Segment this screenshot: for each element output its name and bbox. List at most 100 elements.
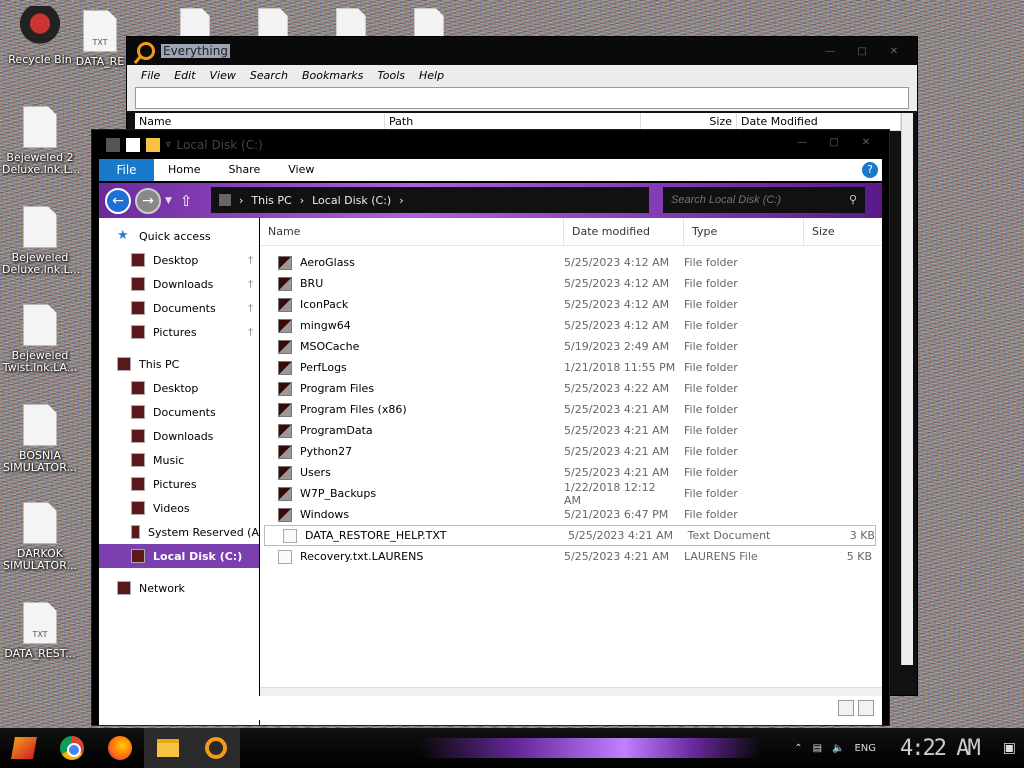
taskbar-chrome[interactable] [48,728,96,768]
address-bar[interactable]: › This PC › Local Disk (C:) › [211,187,649,213]
breadcrumb-this-pc[interactable]: This PC [251,194,291,207]
sidebar-item[interactable]: Desktop † [99,248,259,272]
tab-view[interactable]: View [274,159,328,181]
file-row[interactable]: Windows 5/21/2023 6:47 PM File folder [260,504,882,525]
sidebar-item[interactable]: Downloads [99,424,259,448]
col-size[interactable]: Size [804,218,882,245]
sidebar-item[interactable]: Pictures [99,472,259,496]
desktop-shortcut-bejeweled2[interactable]: Bejeweled 2 Deluxe.lnk.L... [2,106,80,176]
menu-help[interactable]: Help [419,69,444,82]
desktop-shortcut-bejeweled-twist[interactable]: Bejeweled Twist.lnk.LA... [2,304,78,374]
minimize-button[interactable]: — [815,43,845,61]
sidebar-item[interactable]: Documents † [99,296,259,320]
file-row[interactable]: PerfLogs 1/21/2018 11:55 PM File folder [260,357,882,378]
minimize-button[interactable]: — [787,134,817,152]
show-hidden-icons-icon[interactable]: ⌃ [794,743,802,754]
maximize-button[interactable]: □ [819,134,849,152]
taskbar-firefox[interactable] [96,728,144,768]
menu-tools[interactable]: Tools [377,69,405,82]
maximize-button[interactable]: □ [847,43,877,61]
desktop-file-darkok[interactable]: DARKOK SIMULATOR... [2,502,78,572]
details-view-icon[interactable] [838,700,854,716]
sidebar-item[interactable]: This PC [99,352,259,376]
file-row[interactable]: AeroGlass 5/25/2023 4:12 AM File folder [260,252,882,273]
clock[interactable]: 4:22 AM [900,736,981,761]
start-button[interactable] [0,728,48,768]
menu-edit[interactable]: Edit [174,69,195,82]
col-size[interactable]: Size [641,113,737,130]
desktop-file-bosnia[interactable]: BOSNIA SIMULATOR... [2,404,78,474]
explorer-window[interactable]: ▿ Local Disk (C:) — □ ✕ File Home Share … [91,129,890,726]
breadcrumb-sep-icon[interactable]: › [399,194,403,207]
menu-search[interactable]: Search [250,69,288,82]
new-folder-icon[interactable] [146,138,160,152]
quick-access-toolbar-icon[interactable] [106,138,120,152]
pin-icon[interactable]: † [248,255,253,266]
sidebar-item[interactable]: Network [99,576,259,600]
file-row[interactable]: BRU 5/25/2023 4:12 AM File folder [260,273,882,294]
properties-icon[interactable] [126,138,140,152]
col-date-modified[interactable]: Date Modified [737,113,901,130]
file-row[interactable]: Program Files (x86) 5/25/2023 4:21 AM File… [260,399,882,420]
file-row[interactable]: W7P_Backups 1/22/2018 12:12 AM File folder [260,481,882,507]
action-center-icon[interactable]: ▣ [1003,740,1016,756]
close-button[interactable]: ✕ [851,134,881,152]
col-name[interactable]: Name [135,113,385,130]
sidebar-item[interactable]: Desktop [99,376,259,400]
customize-toolbar-icon[interactable]: ▿ [166,140,171,150]
back-button[interactable]: ← [105,187,131,214]
col-type[interactable]: Type [684,218,804,245]
taskbar-everything[interactable] [192,728,240,768]
file-row[interactable]: Recovery.txt.LAURENS 5/25/2023 4:21 AM LAU… [260,546,882,567]
everything-titlebar[interactable]: Everything [127,37,917,65]
desktop-shortcut-bejeweled[interactable]: Bejeweled Deluxe.lnk.L... [2,206,80,276]
tab-share[interactable]: Share [214,159,274,181]
col-name[interactable]: Name [260,218,564,245]
file-row[interactable]: Python27 5/25/2023 4:21 AM File folder [260,441,882,462]
file-row[interactable]: MSOCache 5/19/2023 2:49 AM File folder [260,336,882,357]
breadcrumb-sep-icon[interactable]: › [239,194,243,207]
desktop-file-data-restore[interactable]: TXT DATA_REST... [2,602,78,660]
pin-icon[interactable]: † [248,303,253,314]
recycle-bin-icon[interactable]: Recycle Bin [2,6,78,66]
language-indicator[interactable]: ENG [854,743,876,754]
everything-scrollbar[interactable] [901,113,913,665]
menu-bookmarks[interactable]: Bookmarks [302,69,363,82]
search-input[interactable] [671,194,841,206]
close-button[interactable]: ✕ [879,43,909,61]
file-row[interactable]: IconPack 5/25/2023 4:12 AM File folder [260,294,882,315]
large-icons-view-icon[interactable] [858,700,874,716]
up-button[interactable]: ⇧ [180,192,193,210]
sidebar-item[interactable]: Pictures † [99,320,259,344]
file-row[interactable]: ProgramData 5/25/2023 4:21 AM File folder [260,420,882,441]
tab-file[interactable]: File [99,159,154,181]
sidebar-item[interactable]: Documents [99,400,259,424]
sidebar-item[interactable]: Downloads † [99,272,259,296]
search-box[interactable]: ⚲ [663,187,865,213]
help-icon[interactable]: ? [862,162,878,178]
volume-icon[interactable]: 🔈 [832,743,844,754]
menu-view[interactable]: View [210,69,236,82]
file-row[interactable]: mingw64 5/25/2023 4:12 AM File folder [260,315,882,336]
desktop-file-data-re[interactable]: TXT DATA_RE [70,10,130,68]
sidebar-item[interactable]: System Reserved (A [99,520,259,544]
file-row[interactable]: Program Files 5/25/2023 4:22 AM File folde… [260,378,882,399]
explorer-titlebar[interactable]: ▿ Local Disk (C:) [92,130,889,160]
pin-icon[interactable]: † [248,279,253,290]
col-date-modified[interactable]: Date modified [564,218,684,245]
tab-home[interactable]: Home [154,159,214,181]
col-path[interactable]: Path [385,113,641,130]
menu-file[interactable]: File [141,69,160,82]
sidebar-item[interactable]: Videos [99,496,259,520]
file-row[interactable]: DATA_RESTORE_HELP.TXT 5/25/2023 4:21 AM Te… [264,525,876,546]
network-icon[interactable]: ▤ [813,743,822,754]
pin-icon[interactable]: † [248,327,253,338]
forward-button[interactable]: → [135,187,161,214]
taskbar-file-explorer[interactable] [144,728,192,768]
sidebar-item[interactable]: Music [99,448,259,472]
breadcrumb-local-disk[interactable]: Local Disk (C:) [312,194,391,207]
sidebar-item[interactable]: Local Disk (C:) [99,544,259,568]
everything-search-input[interactable] [135,87,909,109]
sidebar-item[interactable]: ★ Quick access [99,224,259,248]
recent-locations-icon[interactable]: ▼ [165,196,172,206]
